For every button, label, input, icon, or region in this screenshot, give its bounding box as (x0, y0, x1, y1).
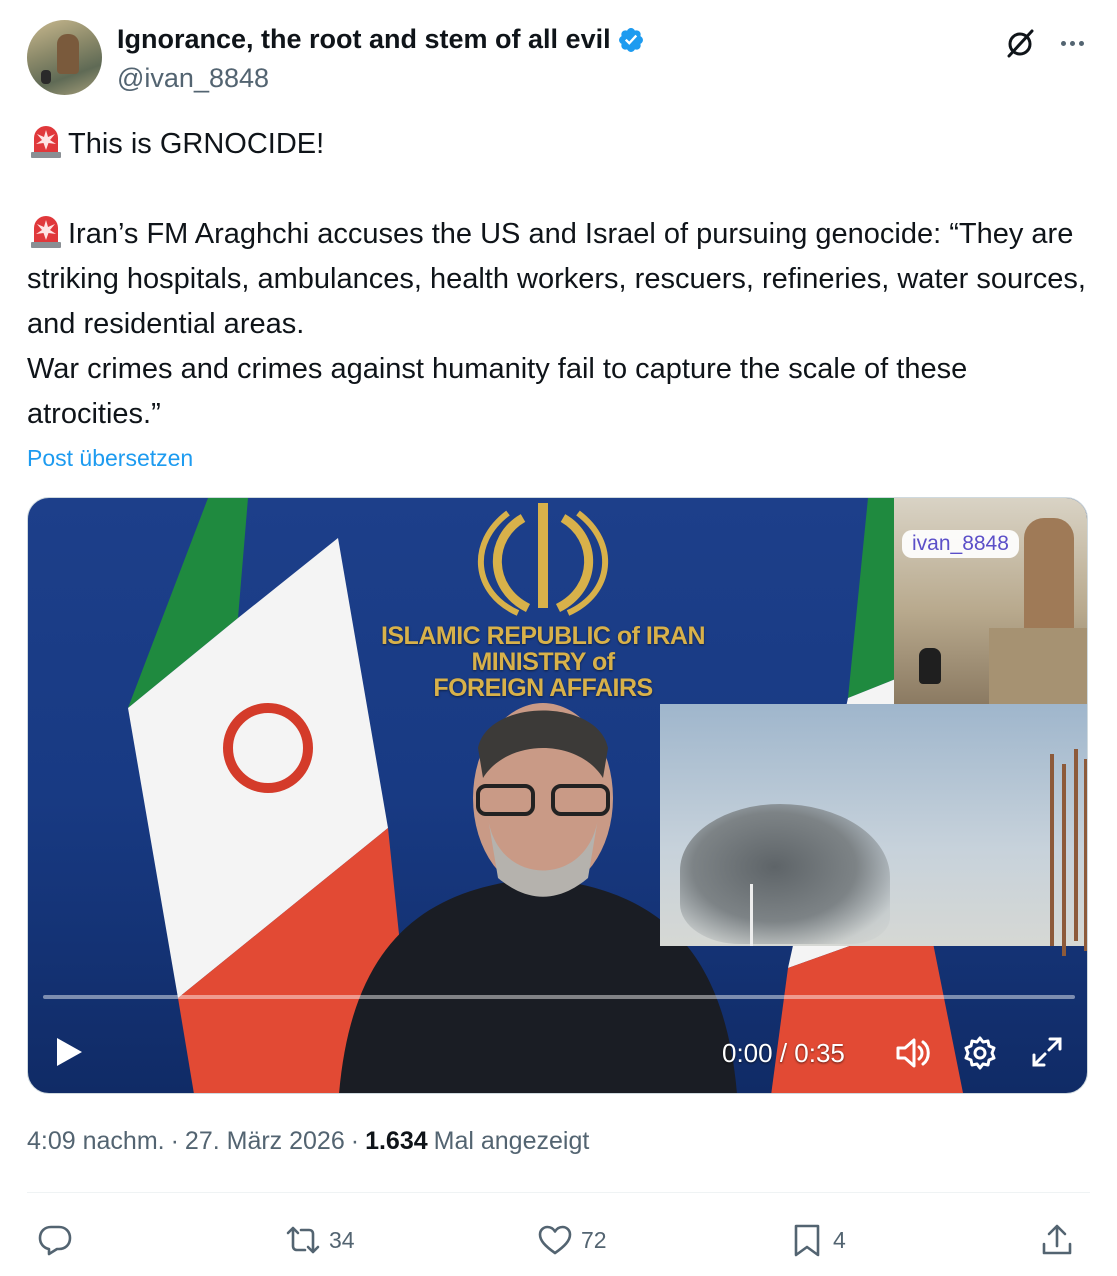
grok-icon[interactable] (1002, 26, 1038, 62)
heart-icon (538, 1225, 572, 1255)
inset-boy-image (894, 498, 1087, 704)
bookmark-button[interactable]: 4 (789, 1212, 846, 1268)
iran-emblem (477, 503, 609, 616)
settings-icon[interactable] (962, 1035, 998, 1071)
action-bar: 34 72 4 (27, 1212, 1090, 1268)
bookmark-count: 4 (833, 1226, 846, 1253)
post-time[interactable]: 4:09 nachm. (27, 1127, 165, 1156)
display-name[interactable]: Ignorance, the root and stem of all evil (117, 24, 611, 55)
avatar[interactable] (27, 20, 102, 95)
play-icon[interactable] (54, 1036, 84, 1068)
verified-badge-icon (618, 27, 643, 52)
divider (27, 1192, 1090, 1193)
author-handle[interactable]: @ivan_8848 (117, 63, 269, 94)
like-count: 72 (581, 1226, 607, 1253)
repost-count: 34 (329, 1226, 355, 1253)
reply-button[interactable] (37, 1212, 81, 1268)
view-count: 1.634 (365, 1127, 428, 1155)
tweet-line-1: This is GRNOCIDE! (27, 122, 1090, 167)
bookmark-icon (794, 1224, 820, 1257)
share-button[interactable] (1039, 1212, 1075, 1268)
inset-smoke-image (660, 704, 1087, 956)
video-progress-bar[interactable] (43, 995, 1075, 999)
reply-icon (38, 1225, 72, 1256)
more-icon[interactable] (1054, 28, 1090, 58)
tweet-line-2: Iran’s FM Araghchi accuses the US and Is… (27, 212, 1090, 437)
translate-link[interactable]: Post übersetzen (27, 445, 193, 472)
repost-button[interactable]: 34 (285, 1212, 355, 1268)
post-meta: 4:09 nachm. · 27. März 2026 · 1.634 Mal … (27, 1127, 590, 1156)
repost-icon (286, 1226, 320, 1254)
siren-icon (31, 126, 61, 158)
siren-icon (31, 216, 61, 248)
author-name-row[interactable]: Ignorance, the root and stem of all evil (117, 24, 645, 55)
volume-icon[interactable] (894, 1035, 932, 1071)
share-icon (1042, 1224, 1072, 1255)
video-time: 0:00 / 0:35 (722, 1038, 845, 1068)
video-player[interactable]: ISLAMIC REPUBLIC of IRAN MINISTRY of FOR… (27, 497, 1088, 1094)
view-label: Mal angezeigt (433, 1127, 590, 1155)
post-date[interactable]: 27. März 2026 (185, 1127, 345, 1156)
post-header: Ignorance, the root and stem of all evil… (27, 20, 1090, 100)
like-button[interactable]: 72 (537, 1212, 607, 1268)
tweet-text: This is GRNOCIDE! Iran’s FM Araghchi acc… (27, 122, 1090, 437)
video-watermark: ivan_8848 (902, 530, 1019, 558)
fullscreen-icon[interactable] (1030, 1035, 1064, 1069)
